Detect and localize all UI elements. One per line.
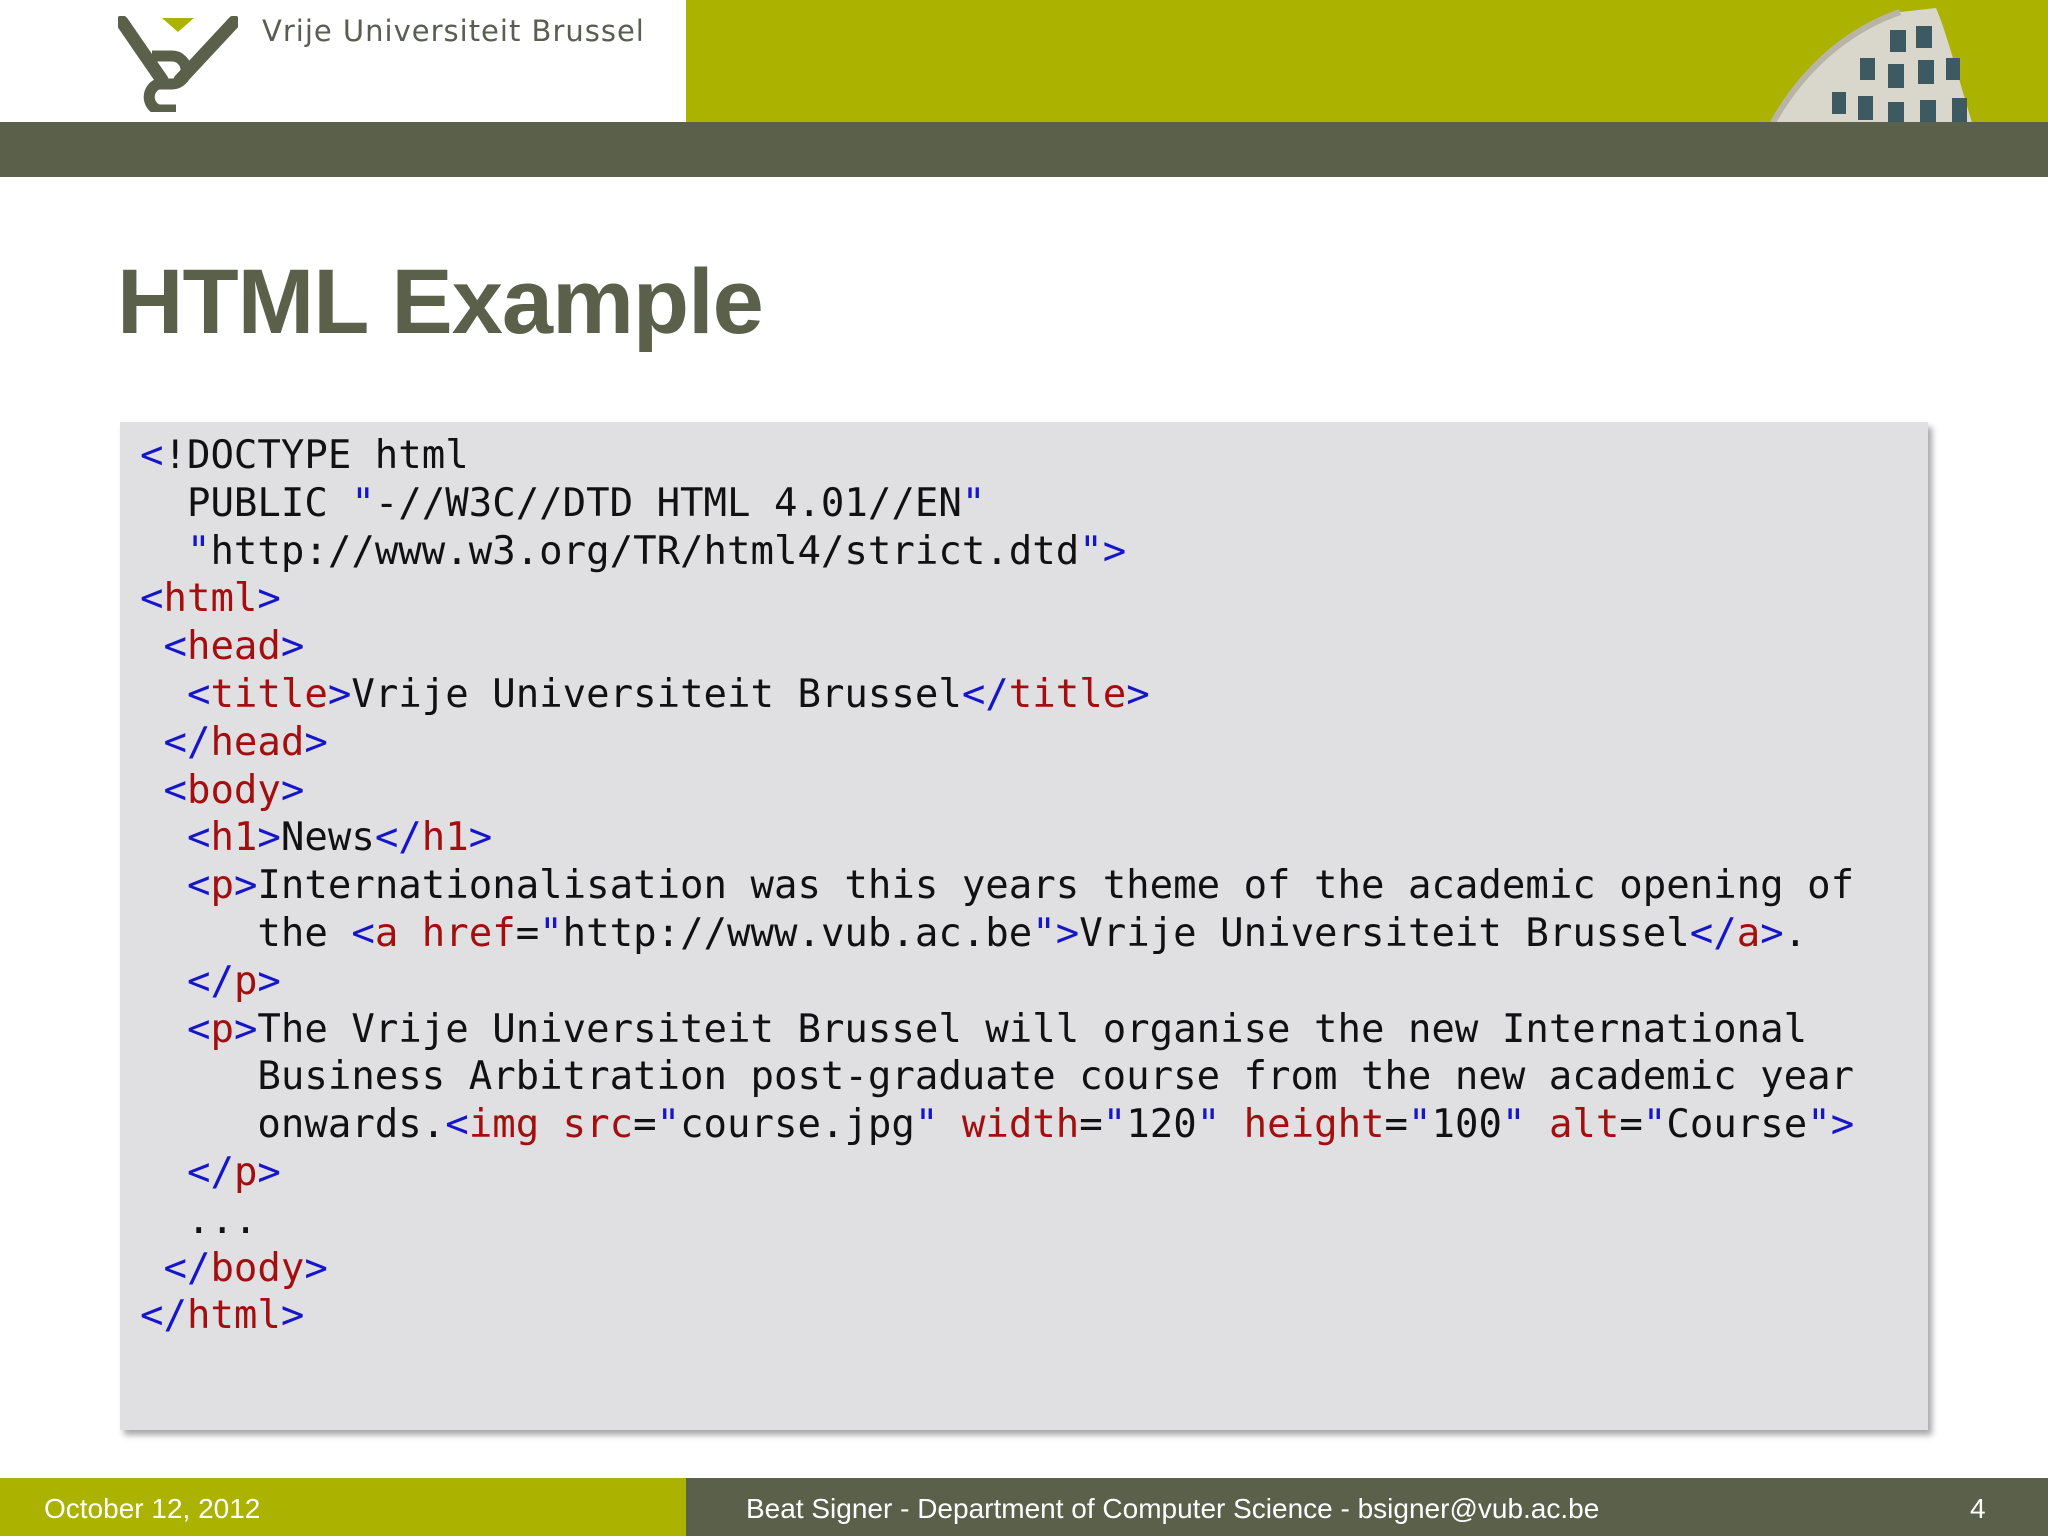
code-line: "http://www.w3.org/TR/html4/strict.dtd"> bbox=[186, 528, 1127, 574]
code-line: <title>Vrije Universiteit Brussel</title… bbox=[186, 671, 1150, 717]
code-line: <head> bbox=[163, 624, 305, 670]
code-line: the <a href="http://www.vub.ac.be">Vrije… bbox=[140, 910, 1808, 956]
code-line: onwards.<img src="course.jpg" width="120… bbox=[140, 1102, 1855, 1148]
slide-title: HTML Example bbox=[117, 251, 764, 353]
footer-author: Beat Signer - Department of Computer Sci… bbox=[746, 1493, 1600, 1524]
code-line: PUBLIC "-//W3C//DTD HTML 4.01//EN" bbox=[140, 480, 986, 526]
code-line: <h1>News</h1> bbox=[186, 815, 493, 861]
code-line: </body> bbox=[163, 1245, 328, 1291]
code-block: <!DOCTYPE html PUBLIC "-//W3C//DTD HTML … bbox=[120, 422, 1928, 1430]
code-line: </p> bbox=[186, 1149, 281, 1195]
code-line: </head> bbox=[163, 719, 328, 765]
footer-date: October 12, 2012 bbox=[44, 1493, 261, 1524]
code-line: <body> bbox=[163, 767, 305, 813]
code-line: <html> bbox=[140, 576, 281, 622]
code-line: Business Arbitration post-graduate cours… bbox=[140, 1054, 1855, 1100]
slide-number: 4 bbox=[1970, 1493, 1986, 1524]
university-name: Vrije Universiteit Brussel bbox=[262, 14, 645, 48]
vub-logo-icon bbox=[118, 16, 238, 112]
code-line: <!DOCTYPE html bbox=[140, 433, 469, 478]
code-line: </p> bbox=[186, 958, 281, 1004]
code-line: </html> bbox=[140, 1293, 305, 1339]
header-band bbox=[0, 122, 2048, 177]
code-line: ... bbox=[140, 1197, 258, 1243]
html-code-listing: <!DOCTYPE html PUBLIC "-//W3C//DTD HTML … bbox=[140, 432, 1854, 1340]
code-line: <p>The Vrije Universiteit Brussel will o… bbox=[186, 1006, 1808, 1052]
code-line: <p>Internationalisation was this years t… bbox=[186, 863, 1855, 909]
